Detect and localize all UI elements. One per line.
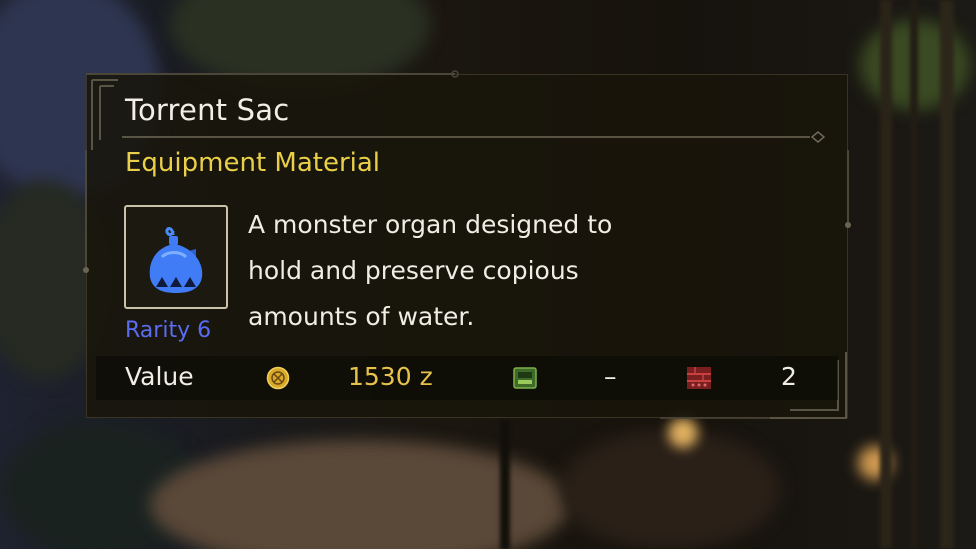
description-line: amounts of water. (248, 302, 475, 331)
item-rarity: Rarity 6 (125, 318, 212, 343)
description-line: A monster organ designed to (248, 210, 613, 239)
zenny-coin-icon (266, 366, 290, 390)
item-description: A monster organ designed to hold and pre… (248, 202, 718, 340)
box-quantity: 2 (781, 362, 797, 391)
item-title: Torrent Sac (125, 93, 290, 127)
torrent-sac-icon (149, 227, 203, 293)
item-icon-frame (124, 205, 228, 309)
item-pouch-icon (513, 367, 537, 389)
value-row (96, 356, 838, 400)
pouch-quantity: – (604, 362, 617, 391)
item-category: Equipment Material (125, 148, 381, 178)
item-box-icon (687, 367, 711, 389)
description-line: hold and preserve copious (248, 256, 579, 285)
item-price: 1530 z (348, 362, 433, 391)
value-label: Value (125, 362, 194, 391)
